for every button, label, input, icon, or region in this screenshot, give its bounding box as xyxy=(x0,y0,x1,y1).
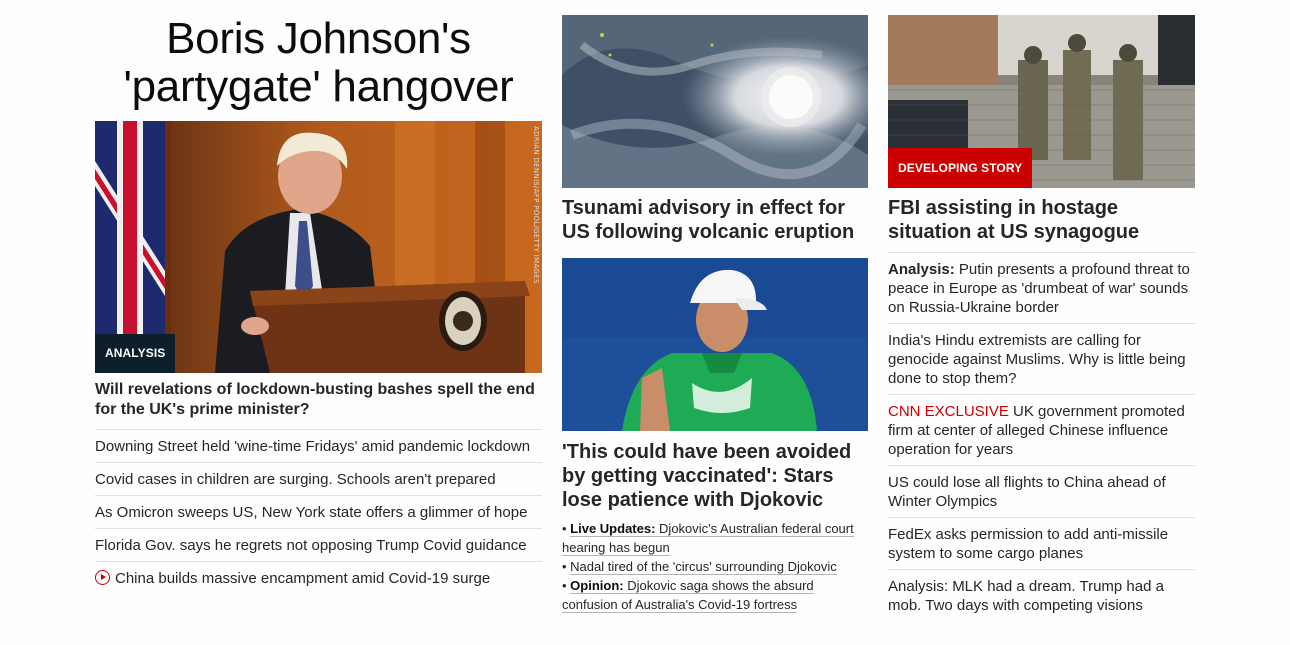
list-item: CNN EXCLUSIVE UK government promoted fir… xyxy=(888,394,1195,465)
list-item: China builds massive encampment amid Cov… xyxy=(95,561,542,594)
bullet-item: • Nadal tired of the 'circus' surroundin… xyxy=(562,559,837,575)
list-item-link[interactable]: US could lose all flights to China ahead… xyxy=(888,473,1195,511)
list-item-link[interactable]: As Omicron sweeps US, New York state off… xyxy=(95,503,542,522)
bullet-prefix: Opinion: xyxy=(570,578,624,593)
list-item-link[interactable]: India's Hindu extremists are calling for… xyxy=(888,331,1195,388)
djokovic-image-link[interactable] xyxy=(562,258,868,431)
list-item-link[interactable]: CNN EXCLUSIVE UK government promoted fir… xyxy=(888,402,1195,459)
lead-image-link[interactable]: ADRIAN DENNIS/AFP POOL/GETTY IMAGES ANAL… xyxy=(95,121,542,373)
list-item-link[interactable]: Florida Gov. says he regrets not opposin… xyxy=(95,536,542,555)
list-item: As Omicron sweeps US, New York state off… xyxy=(95,495,542,528)
volcano-headline[interactable]: Tsunami advisory in effect for US follow… xyxy=(562,196,868,244)
bullet-link[interactable]: Opinion: Djokovic saga shows the absurd … xyxy=(562,578,814,613)
list-item: India's Hindu extremists are calling for… xyxy=(888,323,1195,394)
djokovic-headline[interactable]: 'This could have been avoided by getting… xyxy=(562,440,868,512)
bullet-link[interactable]: Nadal tired of the 'circus' surrounding … xyxy=(570,559,837,575)
list-item-link[interactable]: Covid cases in children are surging. Sch… xyxy=(95,470,542,489)
play-video-icon xyxy=(95,570,110,585)
list-item: Downing Street held 'wine-time Fridays' … xyxy=(95,429,542,462)
bullet-item: • Live Updates: Djokovic's Australian fe… xyxy=(562,521,854,556)
volcano-image-link[interactable] xyxy=(562,15,868,188)
list-item-link[interactable]: Analysis: MLK had a dream. Trump had a m… xyxy=(888,577,1195,615)
photo-credit: ADRIAN DENNIS/AFP POOL/GETTY IMAGES xyxy=(532,126,540,284)
list-item: Analysis: Putin presents a profound thre… xyxy=(888,252,1195,323)
list-item-text: China builds massive encampment amid Cov… xyxy=(115,570,491,587)
synagogue-image-link[interactable]: DEVELOPING STORY xyxy=(888,15,1195,188)
right-related-list: Analysis: Putin presents a profound thre… xyxy=(888,252,1195,621)
list-item: Florida Gov. says he regrets not opposin… xyxy=(95,528,542,561)
volcano-satellite-image xyxy=(562,15,868,188)
djokovic-image xyxy=(562,258,868,431)
bullet-prefix: Live Updates: xyxy=(570,521,656,536)
list-item-link[interactable]: FedEx asks permission to add anti-missil… xyxy=(888,525,1195,563)
exclusive-label: CNN EXCLUSIVE xyxy=(888,403,1009,420)
list-item: Covid cases in children are surging. Sch… xyxy=(95,462,542,495)
list-item: FedEx asks permission to add anti-missil… xyxy=(888,517,1195,569)
bullet-link[interactable]: Live Updates: Djokovic's Australian fede… xyxy=(562,521,854,556)
developing-story-badge: DEVELOPING STORY xyxy=(888,148,1033,188)
lead-section-title[interactable]: Boris Johnson's 'partygate' hangover xyxy=(95,15,542,111)
list-item-link[interactable]: Analysis: Putin presents a profound thre… xyxy=(888,260,1195,317)
list-item-link[interactable]: China builds massive encampment amid Cov… xyxy=(95,569,542,588)
analysis-badge: ANALYSIS xyxy=(95,334,176,373)
synagogue-headline[interactable]: FBI assisting in hostage situation at US… xyxy=(888,196,1195,244)
list-item-link[interactable]: Downing Street held 'wine-time Fridays' … xyxy=(95,437,542,456)
middle-column: Tsunami advisory in effect for US follow… xyxy=(562,0,868,614)
lead-related-list: Downing Street held 'wine-time Fridays' … xyxy=(95,429,542,594)
lead-headline[interactable]: Will revelations of lockdown-busting bas… xyxy=(95,380,542,420)
list-item: US could lose all flights to China ahead… xyxy=(888,465,1195,517)
bullet-item: • Opinion: Djokovic saga shows the absur… xyxy=(562,578,814,613)
list-item-prefix: Analysis: xyxy=(888,261,955,278)
right-column: DEVELOPING STORY FBI assisting in hostag… xyxy=(888,0,1195,621)
lead-story-column: Boris Johnson's 'partygate' hangover ADR… xyxy=(95,0,542,594)
djokovic-bullets: • Live Updates: Djokovic's Australian fe… xyxy=(562,519,868,614)
list-item: Analysis: MLK had a dream. Trump had a m… xyxy=(888,569,1195,621)
